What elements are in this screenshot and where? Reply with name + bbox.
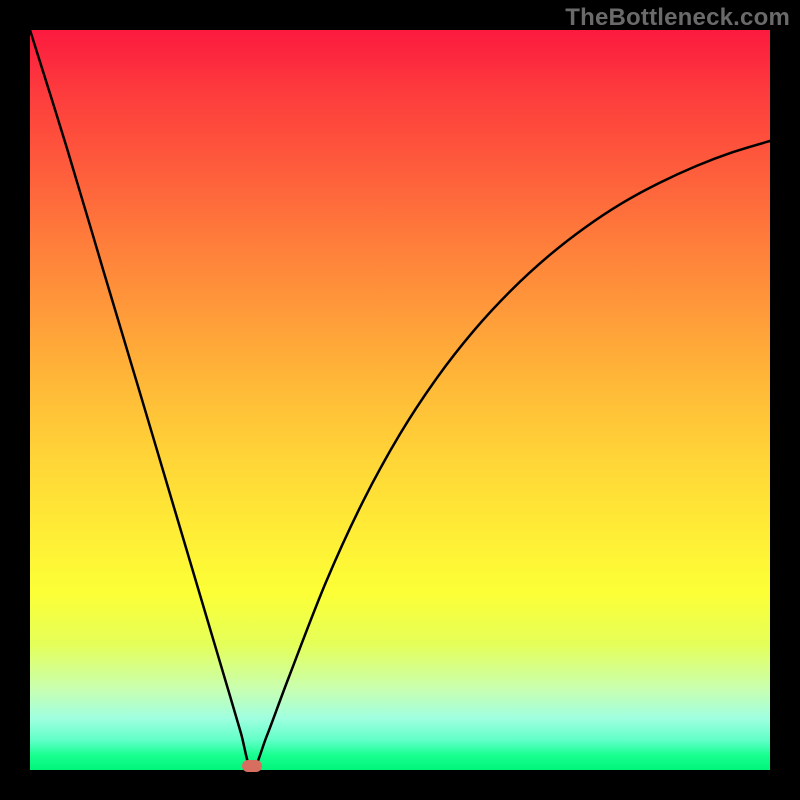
plot-area [30,30,770,770]
watermark-text: TheBottleneck.com [565,4,790,32]
curve-svg [30,30,770,770]
bottleneck-curve [30,30,770,770]
minimum-marker [242,760,262,772]
chart-frame: TheBottleneck.com [0,0,800,800]
